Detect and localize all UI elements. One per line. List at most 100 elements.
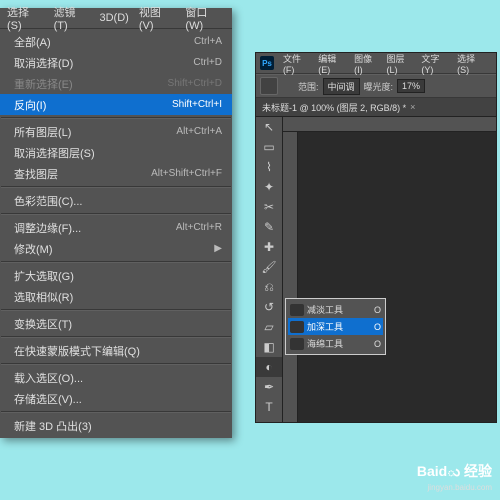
menu-separator xyxy=(1,261,231,263)
menu-item-label: 调整边缘(F)... xyxy=(14,220,81,236)
menu-item-label: 取消选择图层(S) xyxy=(14,145,95,161)
menu-item[interactable]: 反向(I)Shift+Ctrl+I xyxy=(0,94,232,115)
menu-item-label: 变换选区(T) xyxy=(14,316,72,332)
current-tool-icon[interactable] xyxy=(260,77,278,95)
canvas[interactable] xyxy=(298,132,496,422)
ps-menu-item[interactable]: 文件(F) xyxy=(280,52,315,75)
canvas-area xyxy=(283,117,496,422)
titlebar: Ps 文件(F) 编辑(E) 图像(I) 图层(L) 文字(Y) 选择(S) xyxy=(256,53,496,74)
exposure-value[interactable]: 17% xyxy=(397,79,425,93)
menu-shortcut: Alt+Shift+Ctrl+F xyxy=(151,168,222,179)
menu-item[interactable]: 调整边缘(F)... Alt+Ctrl+R xyxy=(0,217,232,238)
wand-tool-icon[interactable]: ✦ xyxy=(256,177,282,197)
eraser-tool-icon[interactable]: ▱ xyxy=(256,317,282,337)
watermark: Baidు 经验 jingyan.baidu.com xyxy=(417,461,492,492)
menu-separator xyxy=(1,309,231,311)
history-tool-icon[interactable]: ↺ xyxy=(256,297,282,317)
menu-separator xyxy=(1,411,231,413)
type-tool-icon[interactable]: T xyxy=(256,397,282,417)
menu-item[interactable]: 取消选择(D) Ctrl+D xyxy=(0,52,232,73)
ps-menubar: 文件(F) 编辑(E) 图像(I) 图层(L) 文字(Y) 选择(S) xyxy=(278,54,492,72)
watermark-url: jingyan.baidu.com xyxy=(417,483,492,492)
menu-item[interactable]: 全部(A)Ctrl+A xyxy=(0,31,232,52)
pen-tool-icon[interactable]: ✒ xyxy=(256,377,282,397)
menu-item-label: 修改(M) xyxy=(14,241,53,257)
menu-item-label: 所有图层(L) xyxy=(14,124,71,140)
menu-item[interactable]: 修改(M) ▶ xyxy=(0,238,232,259)
menu-item[interactable]: 查找图层 Alt+Shift+Ctrl+F xyxy=(0,163,232,184)
menu-item-label: 重新选择(E) xyxy=(14,76,73,92)
menubar-item[interactable]: 选择(S) xyxy=(2,4,49,32)
menu-item[interactable]: 色彩范围(C)... xyxy=(0,190,232,211)
ruler-vertical xyxy=(283,132,298,422)
gradient-tool-icon[interactable]: ◧ xyxy=(256,337,282,357)
menu-item-label: 扩大选取(G) xyxy=(14,268,74,284)
menu-shortcut: Alt+Ctrl+R xyxy=(176,222,222,233)
ps-menu-item[interactable]: 选择(S) xyxy=(454,52,490,75)
menu-item-label: 取消选择(D) xyxy=(14,55,73,71)
menu-separator xyxy=(1,117,231,119)
ps-menu-item[interactable]: 图像(I) xyxy=(351,52,383,75)
dodge-icon xyxy=(290,304,304,316)
submenu-arrow-icon: ▶ xyxy=(214,243,222,254)
menu-item[interactable]: 扩大选取(G) xyxy=(0,265,232,286)
ps-menu-item[interactable]: 编辑(E) xyxy=(315,52,351,75)
document-tab[interactable]: 未标题-1 @ 100% (图层 2, RGB/8) * × xyxy=(256,98,496,117)
eyedropper-tool-icon[interactable]: ✎ xyxy=(256,217,282,237)
marquee-tool-icon[interactable]: ▭ xyxy=(256,137,282,157)
menu-separator xyxy=(1,213,231,215)
select-menu-panel: 选择(S) 滤镜(T) 3D(D) 视图(V) 窗口(W) 全部(A)Ctrl+… xyxy=(0,8,232,438)
workspace: ↖ ▭ ⌇ ✦ ✂ ✎ ✚ 🖌 ⎌ ↺ ▱ ◧ ◐ ✒ T 减淡工具O 加深工具… xyxy=(256,117,496,422)
menu-item[interactable]: 所有图层(L) Alt+Ctrl+A xyxy=(0,121,232,142)
menu-item-label: 载入选区(O)... xyxy=(14,370,83,386)
menu-item-label: 存储选区(V)... xyxy=(14,391,82,407)
ps-menu-item[interactable]: 文字(Y) xyxy=(418,52,454,75)
menu-item[interactable]: 重新选择(E)Shift+Ctrl+D xyxy=(0,73,232,94)
ps-menu-item[interactable]: 图层(L) xyxy=(383,52,418,75)
menu-item[interactable]: 取消选择图层(S) xyxy=(0,142,232,163)
stamp-tool-icon[interactable]: ⎌ xyxy=(256,277,282,297)
menubar-item[interactable]: 滤镜(T) xyxy=(49,4,95,32)
lasso-tool-icon[interactable]: ⌇ xyxy=(256,157,282,177)
burn-icon xyxy=(290,321,304,333)
menu-separator xyxy=(1,186,231,188)
menubar-item[interactable]: 3D(D) xyxy=(95,12,134,24)
menu-item-label: 全部(A) xyxy=(14,34,51,50)
menu-item-label: 在快速蒙版模式下编辑(Q) xyxy=(14,343,140,359)
photoshop-window: Ps 文件(F) 编辑(E) 图像(I) 图层(L) 文字(Y) 选择(S) 范… xyxy=(255,52,497,423)
menubar-item[interactable]: 视图(V) xyxy=(134,4,181,32)
range-label: 范围: xyxy=(298,80,319,93)
brush-tool-icon[interactable]: 🖌 xyxy=(256,257,282,277)
menu-item[interactable]: 在快速蒙版模式下编辑(Q) xyxy=(0,340,232,361)
menu-item[interactable]: 载入选区(O)... xyxy=(0,367,232,388)
menu-item-label: 选取相似(R) xyxy=(14,289,73,305)
tool-flyout-dodge[interactable]: 减淡工具O xyxy=(288,301,383,318)
crop-tool-icon[interactable]: ✂ xyxy=(256,197,282,217)
menubar-item[interactable]: 窗口(W) xyxy=(180,4,230,32)
menu-item[interactable]: 新建 3D 凸出(3) xyxy=(0,415,232,436)
options-bar: 范围: 中间调 曝光度: 17% xyxy=(256,74,496,98)
menu-shortcut: Alt+Ctrl+A xyxy=(176,126,222,137)
sponge-icon xyxy=(290,338,304,350)
menu-item-label: 色彩范围(C)... xyxy=(14,193,82,209)
exposure-label: 曝光度: xyxy=(364,80,394,93)
move-tool-icon[interactable]: ↖ xyxy=(256,117,282,137)
dodge-tool-icon[interactable]: ◐ xyxy=(256,357,282,377)
range-select[interactable]: 中间调 xyxy=(323,78,360,95)
menu-shortcut: Shift+Ctrl+I xyxy=(172,99,222,110)
menu-item[interactable]: 变换选区(T) xyxy=(0,313,232,334)
menu-item[interactable]: 存储选区(V)... xyxy=(0,388,232,409)
tool-flyout-popup: 减淡工具O 加深工具O 海绵工具O xyxy=(285,298,386,355)
healing-tool-icon[interactable]: ✚ xyxy=(256,237,282,257)
tool-flyout-sponge[interactable]: 海绵工具O xyxy=(288,335,383,352)
menu-shortcut: Ctrl+D xyxy=(193,57,222,68)
document-title: 未标题-1 @ 100% (图层 2, RGB/8) * xyxy=(262,101,406,114)
menu-item-label: 查找图层 xyxy=(14,166,58,182)
tool-flyout-burn[interactable]: 加深工具O xyxy=(288,318,383,335)
close-icon[interactable]: × xyxy=(410,102,415,112)
app-menubar: 选择(S) 滤镜(T) 3D(D) 视图(V) 窗口(W) xyxy=(0,8,232,29)
tools-panel: ↖ ▭ ⌇ ✦ ✂ ✎ ✚ 🖌 ⎌ ↺ ▱ ◧ ◐ ✒ T xyxy=(256,117,283,422)
ruler-horizontal xyxy=(283,117,496,132)
menu-item-label: 新建 3D 凸出(3) xyxy=(14,418,92,434)
menu-item[interactable]: 选取相似(R) xyxy=(0,286,232,307)
